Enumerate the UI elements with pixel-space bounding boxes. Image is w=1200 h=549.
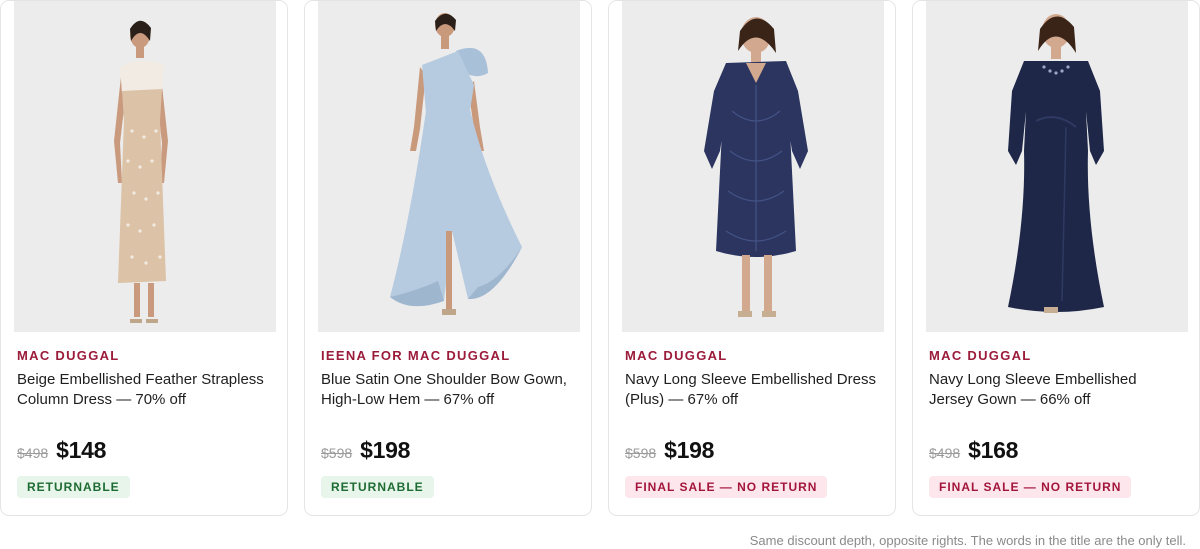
brand-name[interactable]: MAC DUGGAL <box>625 348 728 363</box>
final-sale-badge: FINAL SALE — NO RETURN <box>929 476 1132 498</box>
brand-name[interactable]: MAC DUGGAL <box>17 348 120 363</box>
product-title[interactable]: Navy Long Sleeve Embellished Dress (Plus… <box>625 370 879 410</box>
original-price: $598 <box>625 445 657 461</box>
product-image[interactable] <box>913 1 1199 332</box>
dress-photo-navy-plus <box>622 1 884 332</box>
price-row: $498 $168 <box>929 437 1018 464</box>
original-price: $498 <box>929 445 961 461</box>
dress-photo-blue <box>318 1 580 332</box>
product-title[interactable]: Blue Satin One Shoulder Bow Gown, High-L… <box>321 370 575 410</box>
dress-photo-navy-gown <box>926 1 1188 332</box>
product-card[interactable]: MAC DUGGAL Beige Embellished Feather Str… <box>0 0 288 516</box>
brand-name[interactable]: IEENA FOR MAC DUGGAL <box>321 348 510 363</box>
price-row: $598 $198 <box>321 437 410 464</box>
sale-price: $148 <box>56 437 107 463</box>
original-price: $598 <box>321 445 353 461</box>
product-image[interactable] <box>609 1 895 332</box>
product-grid: MAC DUGGAL Beige Embellished Feather Str… <box>0 0 1200 516</box>
final-sale-badge: FINAL SALE — NO RETURN <box>625 476 828 498</box>
brand-name[interactable]: MAC DUGGAL <box>929 348 1032 363</box>
footnote: Same discount depth, opposite rights. Th… <box>749 533 1186 548</box>
returnable-badge: RETURNABLE <box>17 476 130 498</box>
returnable-badge: RETURNABLE <box>321 476 434 498</box>
original-price: $498 <box>17 445 49 461</box>
sale-price: $198 <box>664 437 715 463</box>
product-title[interactable]: Navy Long Sleeve Embellished Jersey Gown… <box>929 370 1183 410</box>
product-image[interactable] <box>1 1 287 332</box>
product-image[interactable] <box>305 1 591 332</box>
sale-price: $198 <box>360 437 411 463</box>
product-title[interactable]: Beige Embellished Feather Strapless Colu… <box>17 370 271 410</box>
product-card[interactable]: MAC DUGGAL Navy Long Sleeve Embellished … <box>912 0 1200 516</box>
price-row: $598 $198 <box>625 437 714 464</box>
dress-photo-beige <box>14 1 276 332</box>
price-row: $498 $148 <box>17 437 106 464</box>
sale-price: $168 <box>968 437 1019 463</box>
product-card[interactable]: IEENA FOR MAC DUGGAL Blue Satin One Shou… <box>304 0 592 516</box>
product-card[interactable]: MAC DUGGAL Navy Long Sleeve Embellished … <box>608 0 896 516</box>
